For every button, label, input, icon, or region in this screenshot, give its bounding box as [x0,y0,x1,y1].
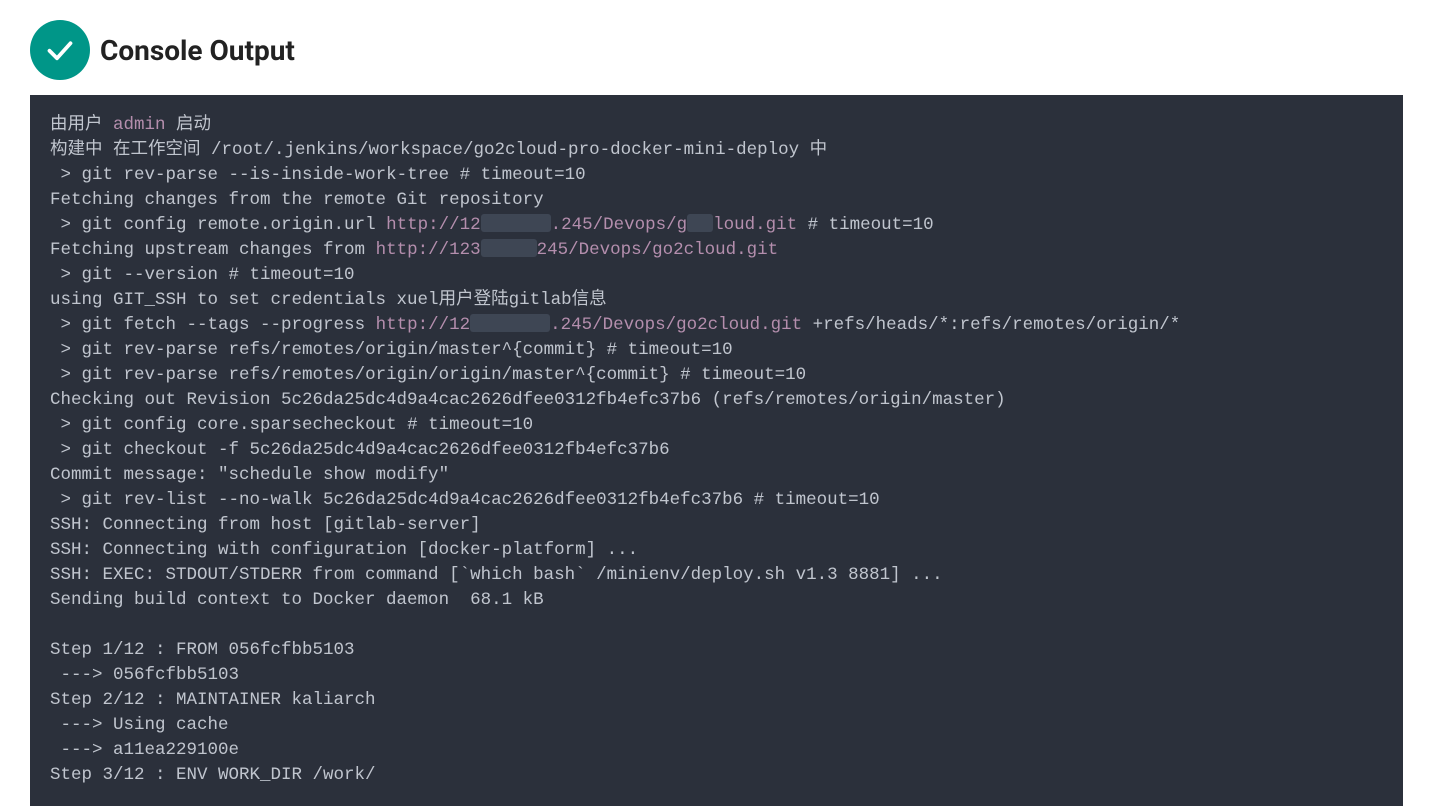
page-title: Console Output [100,34,295,67]
console-link[interactable]: .245/Devops/go2cloud.git [550,315,802,335]
page-header: Console Output [0,0,1433,95]
console-text: > git config remote.origin.url [50,215,386,235]
console-link[interactable]: http://12 [376,315,471,335]
console-text: > git fetch --tags --progress [50,315,376,335]
console-line: 构建中 在工作空间 /root/.jenkins/workspace/go2cl… [50,138,1383,163]
console-output: 由用户 admin 启动构建中 在工作空间 /root/.jenkins/wor… [30,95,1403,806]
console-line: > git config remote.origin.url http://12… [50,213,1383,238]
console-line: > git rev-parse --is-inside-work-tree # … [50,163,1383,188]
console-link[interactable]: loud.git [713,215,797,235]
console-link[interactable]: .245/Devops/g [551,215,688,235]
console-line [50,613,1383,638]
console-line: > git fetch --tags --progress http://12.… [50,313,1383,338]
console-link[interactable]: http://12 [386,215,481,235]
console-line: > git rev-list --no-walk 5c26da25dc4d9a4… [50,488,1383,513]
console-line: > git rev-parse refs/remotes/origin/orig… [50,363,1383,388]
console-link[interactable]: http://123 [376,240,481,260]
redacted-segment [470,314,550,332]
console-line: > git checkout -f 5c26da25dc4d9a4cac2626… [50,438,1383,463]
console-line: 由用户 admin 启动 [50,113,1383,138]
console-line: Checking out Revision 5c26da25dc4d9a4cac… [50,388,1383,413]
console-text: 启动 [166,115,212,135]
console-text: Fetching upstream changes from [50,240,376,260]
redacted-segment [687,214,713,232]
console-line: ---> a11ea229100e [50,738,1383,763]
console-text: 由用户 [50,115,113,135]
console-line: ---> 056fcfbb5103 [50,663,1383,688]
console-line: Fetching upstream changes from http://12… [50,238,1383,263]
success-icon [30,20,90,80]
redacted-segment [481,239,537,257]
console-user: admin [113,115,166,135]
console-line: Sending build context to Docker daemon 6… [50,588,1383,613]
console-text: # timeout=10 [797,215,934,235]
console-text: +refs/heads/*:refs/remotes/origin/* [802,315,1180,335]
console-line: Step 3/12 : ENV WORK_DIR /work/ [50,763,1383,788]
console-line: ---> Using cache [50,713,1383,738]
console-line: using GIT_SSH to set credentials xuel用户登… [50,288,1383,313]
console-line: > git rev-parse refs/remotes/origin/mast… [50,338,1383,363]
console-line: Fetching changes from the remote Git rep… [50,188,1383,213]
redacted-segment [481,214,551,232]
console-line: > git config core.sparsecheckout # timeo… [50,413,1383,438]
console-line: Commit message: "schedule show modify" [50,463,1383,488]
console-line: > git --version # timeout=10 [50,263,1383,288]
console-line: SSH: EXEC: STDOUT/STDERR from command [`… [50,563,1383,588]
console-line: SSH: Connecting with configuration [dock… [50,538,1383,563]
console-line: Step 1/12 : FROM 056fcfbb5103 [50,638,1383,663]
console-line: Step 2/12 : MAINTAINER kaliarch [50,688,1383,713]
console-link[interactable]: 245/Devops/go2cloud.git [537,240,779,260]
console-line: SSH: Connecting from host [gitlab-server… [50,513,1383,538]
